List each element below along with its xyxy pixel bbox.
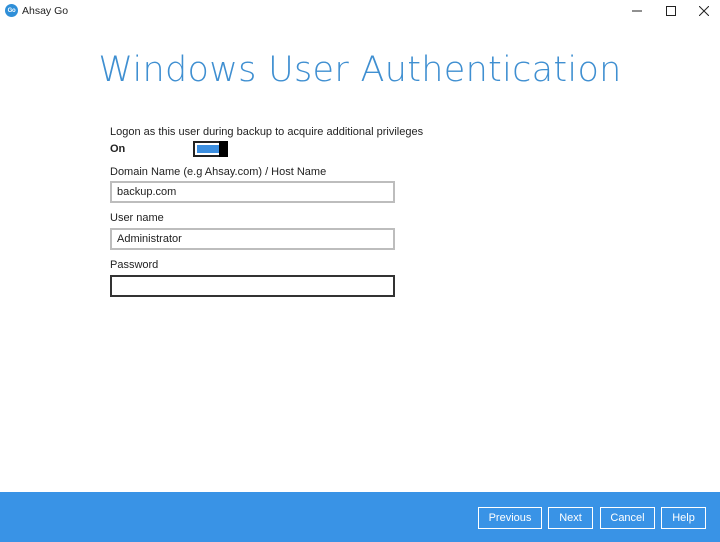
title-bar: Go Ahsay Go — [0, 0, 720, 22]
password-field[interactable] — [110, 275, 395, 297]
toggle-knob[interactable] — [219, 141, 228, 157]
page-title: Windows User Authentication — [98, 50, 622, 90]
toggle-track-fill — [197, 145, 220, 153]
footer-bar: Previous Next Cancel Help — [0, 492, 720, 542]
logon-description: Logon as this user during backup to acqu… — [110, 126, 424, 138]
maximize-icon — [666, 6, 676, 16]
help-button[interactable]: Help — [661, 507, 706, 529]
maximize-button[interactable] — [653, 0, 689, 22]
username-label: User name — [110, 212, 164, 224]
domain-field[interactable] — [110, 181, 395, 203]
logon-toggle[interactable] — [193, 141, 228, 157]
minimize-icon — [632, 10, 642, 12]
app-title: Ahsay Go — [22, 5, 69, 17]
password-label: Password — [110, 259, 159, 271]
close-button[interactable] — [686, 0, 720, 22]
minimize-button[interactable] — [619, 0, 655, 22]
toggle-state-label: On — [110, 143, 126, 155]
cancel-button[interactable]: Cancel — [600, 507, 655, 529]
next-button[interactable]: Next — [548, 507, 593, 529]
username-field[interactable] — [110, 228, 395, 250]
domain-label: Domain Name (e.g Ahsay.com) / Host Name — [110, 166, 327, 178]
app-logo-icon: Go — [5, 4, 18, 17]
previous-button[interactable]: Previous — [478, 507, 542, 529]
close-icon — [699, 6, 709, 16]
